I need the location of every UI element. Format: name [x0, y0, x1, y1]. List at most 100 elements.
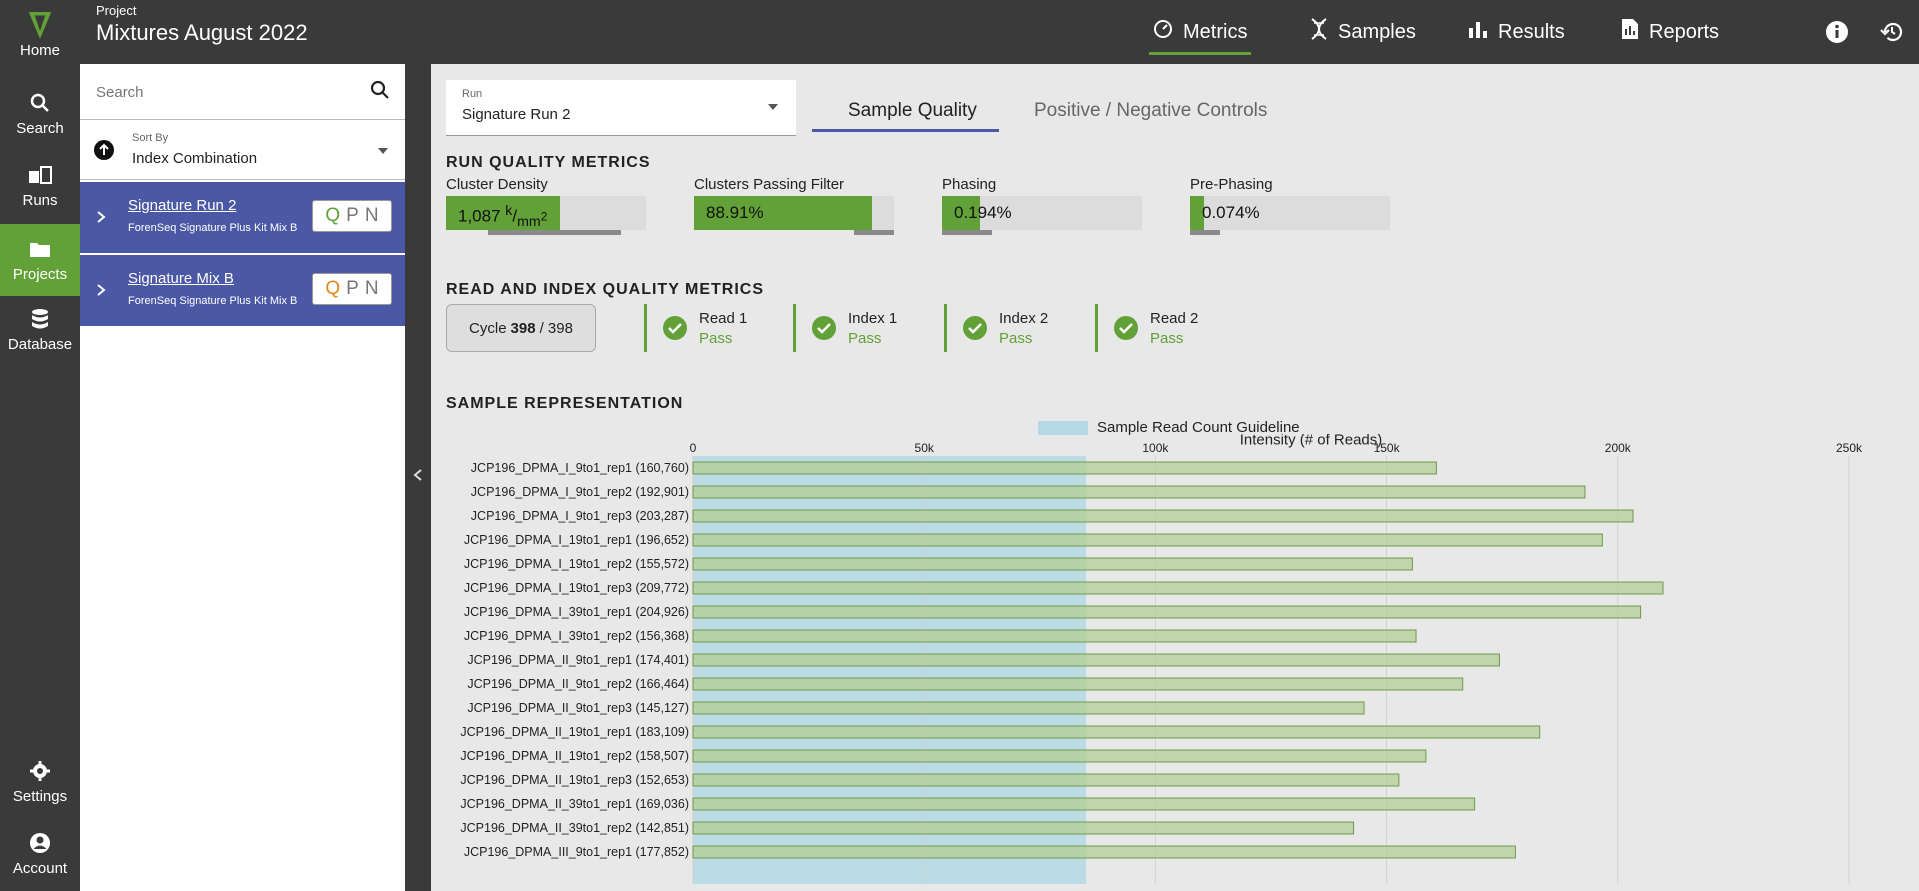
- category-label: JCP196_DPMA_I_19to1_rep1 (196,652): [464, 533, 689, 547]
- rail-home[interactable]: Home: [0, 0, 80, 72]
- bar: [692, 605, 1642, 619]
- rail-settings-label: Settings: [12, 787, 68, 805]
- x-tick-label: 100k: [1142, 441, 1169, 455]
- dna-icon: [1310, 18, 1328, 46]
- chevron-right-icon[interactable]: [96, 208, 106, 229]
- category-label: JCP196_DPMA_II_19to1_rep3 (152,653): [460, 773, 689, 787]
- run-name-link[interactable]: Signature Run 2: [128, 197, 236, 214]
- category-label: JCP196_DPMA_I_9to1_rep2 (192,901): [471, 485, 689, 499]
- nav-metrics[interactable]: Metrics: [1148, 0, 1252, 64]
- metric-label: Pre-Phasing: [1190, 176, 1273, 193]
- qpn-badge[interactable]: Q P N: [312, 200, 392, 232]
- threshold-range: [854, 230, 894, 235]
- bar: [692, 701, 1365, 715]
- sample-representation-title: SAMPLE REPRESENTATION: [446, 395, 684, 412]
- nav-reports[interactable]: Reports: [1621, 0, 1719, 64]
- read-status-read-2: Read 2 Pass: [1095, 304, 1245, 352]
- cycle-current: 398: [510, 319, 536, 337]
- sort-select[interactable]: Sort By Index Combination: [80, 120, 405, 180]
- metric-bar: 0.074%: [1190, 196, 1390, 235]
- check-circle-icon: [663, 316, 687, 340]
- rail-settings[interactable]: Settings: [0, 750, 80, 814]
- search-icon: [27, 92, 53, 114]
- x-tick-label: 0: [690, 441, 697, 455]
- qpn-badge[interactable]: Q P N: [312, 273, 392, 305]
- metric-value: 0.194%: [954, 203, 1012, 222]
- chevron-down-icon: [378, 148, 388, 154]
- bar: [692, 461, 1437, 475]
- unit-k: k: [505, 203, 513, 219]
- rail-database[interactable]: Database: [0, 298, 80, 362]
- rail-search[interactable]: Search: [0, 83, 80, 145]
- search-icon[interactable]: [370, 80, 390, 105]
- read-name: Index 1: [848, 310, 898, 327]
- sort-direction-icon[interactable]: [94, 140, 114, 160]
- category-label: JCP196_DPMA_I_39to1_rep2 (156,368): [464, 629, 689, 643]
- read-status: Pass: [699, 330, 733, 347]
- category-label: JCP196_DPMA_II_19to1_rep2 (158,507): [460, 749, 689, 763]
- category-label: JCP196_DPMA_I_9to1_rep3 (203,287): [471, 509, 689, 523]
- read-index-title: READ AND INDEX QUALITY METRICS: [446, 281, 765, 298]
- read-status-index-2: Index 2 Pass: [944, 304, 1094, 352]
- run-list-item[interactable]: Signature Mix B ForenSeq Signature Plus …: [80, 255, 405, 326]
- v-logo-icon: [27, 11, 53, 39]
- collapse-panel-button[interactable]: [405, 64, 431, 891]
- chevron-down-icon: [768, 104, 778, 110]
- cycle-indicator: Cycle 398 / 398: [446, 304, 596, 352]
- threshold-range: [1190, 230, 1220, 235]
- info-icon[interactable]: [1825, 20, 1849, 44]
- tab-sample-quality[interactable]: Sample Quality: [848, 100, 977, 122]
- cycle-label: Cycle: [469, 319, 507, 337]
- chevron-right-icon[interactable]: [96, 281, 106, 302]
- tab-positive-negative-controls[interactable]: Positive / Negative Controls: [1034, 100, 1267, 122]
- active-tab-indicator: [812, 129, 999, 132]
- unit-mm: mm2: [517, 209, 547, 231]
- qpn-p: P: [346, 205, 359, 226]
- qpn-n: N: [364, 278, 379, 299]
- category-label: JCP196_DPMA_I_19to1_rep3 (209,772): [464, 581, 689, 595]
- qpn-p: P: [346, 278, 359, 299]
- metric-pre-phasing: Pre-Phasing 0.074%: [1190, 176, 1390, 235]
- metric-bar: 88.91%: [694, 196, 894, 235]
- rail-runs[interactable]: Runs: [0, 155, 80, 217]
- sample-representation-chart: Intensity (# of Reads) 0 50k 100k 150k 200k 25…: [460, 434, 1863, 884]
- sort-value: Index Combination: [132, 150, 258, 167]
- folder-icon: [27, 238, 53, 260]
- nav-metrics-label: Metrics: [1183, 20, 1248, 43]
- read-status-read-1: Read 1 Pass: [644, 304, 794, 352]
- metric-label: Clusters Passing Filter: [694, 176, 845, 193]
- rail-account[interactable]: Account: [0, 822, 80, 886]
- nav-samples-label: Samples: [1338, 20, 1416, 43]
- category-label: JCP196_DPMA_II_9to1_rep2 (166,464): [467, 677, 689, 691]
- x-tick-label: 150k: [1374, 441, 1401, 455]
- rail-home-label: Home: [19, 41, 60, 59]
- read-name: Read 1: [699, 310, 748, 327]
- run-list-item[interactable]: Signature Run 2 ForenSeq Signature Plus …: [80, 182, 405, 253]
- gear-icon: [27, 760, 53, 782]
- metric-value: 0.074%: [1202, 203, 1260, 222]
- x-tick-label: 200k: [1605, 441, 1632, 455]
- qpn-q: Q: [325, 278, 341, 299]
- run-list-panel: Sort By Index Combination Signature Run …: [80, 64, 405, 891]
- rail-projects-label: Projects: [12, 265, 68, 283]
- read-name: Read 2: [1150, 310, 1199, 327]
- category-label: JCP196_DPMA_II_39to1_rep1 (169,036): [460, 797, 689, 811]
- nav-results[interactable]: Results: [1468, 0, 1565, 64]
- category-label: JCP196_DPMA_II_9to1_rep1 (174,401): [467, 653, 689, 667]
- rail-runs-label: Runs: [22, 191, 58, 209]
- run-select-label: Run: [462, 88, 483, 100]
- search-input[interactable]: [96, 78, 356, 106]
- bar: [692, 749, 1427, 763]
- top-bar: Project Mixtures August 2022 Metrics Sam…: [80, 0, 1919, 64]
- nav-samples[interactable]: Samples: [1310, 0, 1416, 64]
- bar: [692, 677, 1464, 691]
- run-name-link[interactable]: Signature Mix B: [128, 270, 234, 287]
- run-select[interactable]: Run Signature Run 2: [446, 80, 796, 136]
- sort-label: Sort By: [132, 132, 169, 144]
- read-status-index-1: Index 1 Pass: [793, 304, 943, 352]
- rail-projects[interactable]: Projects: [0, 224, 80, 296]
- unit-mm-text: mm: [517, 214, 541, 231]
- chevron-left-icon: [413, 468, 423, 487]
- legend-swatch: [1038, 420, 1088, 435]
- history-icon[interactable]: [1880, 20, 1904, 44]
